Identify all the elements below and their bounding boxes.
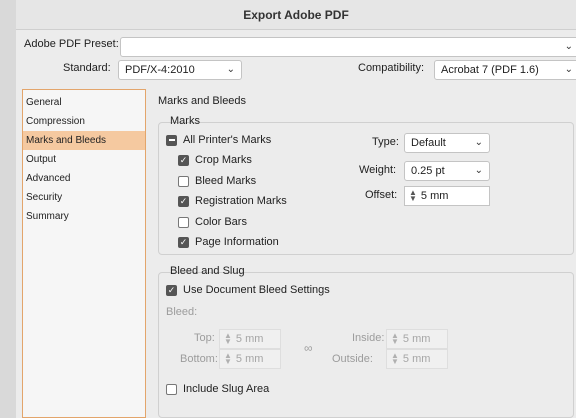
type-select[interactable]: Default ⌄ xyxy=(404,133,490,153)
marks-group-label: Marks xyxy=(170,115,200,127)
top-value: 5 mm xyxy=(235,333,264,345)
all-printers-marks-label: All Printer's Marks xyxy=(183,134,272,146)
offset-stepper[interactable]: ▲ ▼ 5 mm xyxy=(404,186,490,206)
checkmark-icon: ✓ xyxy=(166,284,177,296)
registration-marks-label: Registration Marks xyxy=(195,195,287,207)
dialog-title: Export Adobe PDF xyxy=(16,0,576,30)
category-sidebar: General Compression Marks and Bleeds Out… xyxy=(22,89,146,418)
include-slug-checkbox[interactable]: Include Slug Area xyxy=(166,383,269,395)
weight-value: 0.25 pt xyxy=(411,165,445,177)
sidebar-item-security[interactable]: Security xyxy=(23,188,145,207)
checkmark-icon: ✓ xyxy=(178,236,189,248)
standard-label: Standard: xyxy=(63,62,111,74)
sidebar-item-general[interactable]: General xyxy=(23,93,145,112)
chevron-down-icon: ⌄ xyxy=(474,137,483,148)
checkbox-empty-icon xyxy=(178,175,189,187)
sidebar-item-marks-and-bleeds[interactable]: Marks and Bleeds xyxy=(23,131,145,150)
bleed-slug-group-label: Bleed and Slug xyxy=(170,265,245,277)
chevron-down-icon: ⌄ xyxy=(564,64,573,75)
color-bars-label: Color Bars xyxy=(195,216,247,228)
type-value: Default xyxy=(411,137,446,149)
chain-link-icon[interactable]: ∞ xyxy=(304,341,313,355)
chevron-down-icon: ⌄ xyxy=(474,165,483,176)
registration-marks-checkbox[interactable]: ✓ Registration Marks xyxy=(178,195,287,207)
checkbox-mixed-icon xyxy=(166,134,177,146)
weight-label: Weight: xyxy=(359,164,397,176)
checkmark-icon: ✓ xyxy=(178,154,189,166)
inside-value: 5 mm xyxy=(402,333,431,345)
compatibility-row: Compatibility: xyxy=(358,62,424,74)
crop-marks-label: Crop Marks xyxy=(195,154,252,166)
crop-marks-checkbox[interactable]: ✓ Crop Marks xyxy=(178,154,252,166)
standard-select[interactable]: PDF/X-4:2010 ⌄ xyxy=(118,60,242,80)
weight-select[interactable]: 0.25 pt ⌄ xyxy=(404,161,490,181)
standard-row: Standard: xyxy=(63,62,111,74)
outside-value: 5 mm xyxy=(402,353,431,365)
page-information-checkbox[interactable]: ✓ Page Information xyxy=(178,236,279,248)
standard-value: PDF/X-4:2010 xyxy=(125,64,195,76)
bottom-stepper[interactable]: ▲ ▼ 5 mm xyxy=(219,349,281,369)
bottom-value: 5 mm xyxy=(235,353,264,365)
page-information-label: Page Information xyxy=(195,236,279,248)
offset-row: Offset: xyxy=(365,189,397,201)
stepper-icon: ▲ ▼ xyxy=(391,331,399,346)
type-row: Type: xyxy=(372,136,399,148)
sidebar-item-advanced[interactable]: Advanced xyxy=(23,169,145,188)
outside-label: Outside: xyxy=(332,353,373,365)
sidebar-item-summary[interactable]: Summary xyxy=(23,207,145,226)
export-pdf-dialog: Export Adobe PDF Adobe PDF Preset: ⌄ Sta… xyxy=(16,0,576,418)
checkmark-icon: ✓ xyxy=(178,195,189,207)
compatibility-value: Acrobat 7 (PDF 1.6) xyxy=(441,64,539,76)
weight-row: Weight: xyxy=(359,164,396,176)
bleed-marks-label: Bleed Marks xyxy=(195,175,257,187)
stepper-icon[interactable]: ▲ ▼ xyxy=(409,189,417,203)
offset-label: Offset: xyxy=(365,189,398,201)
marks-and-bleeds-panel: Marks and Bleeds Marks All Printer's Mar… xyxy=(156,89,576,418)
preset-row: Adobe PDF Preset: xyxy=(24,38,119,50)
chevron-down-icon: ⌄ xyxy=(564,41,573,52)
panel-title: Marks and Bleeds xyxy=(158,95,247,107)
use-document-bleed-label: Use Document Bleed Settings xyxy=(183,284,330,296)
type-label: Type: xyxy=(372,136,399,148)
sidebar-item-compression[interactable]: Compression xyxy=(23,112,145,131)
inside-label: Inside: xyxy=(352,332,385,344)
preset-select[interactable]: ⌄ xyxy=(120,37,576,57)
bleed-label: Bleed: xyxy=(166,306,198,318)
sidebar-item-output[interactable]: Output xyxy=(23,150,145,169)
bottom-label: Bottom: xyxy=(180,353,218,365)
stepper-icon: ▲ ▼ xyxy=(391,351,399,366)
bleed-marks-checkbox[interactable]: Bleed Marks xyxy=(178,175,256,187)
compatibility-select[interactable]: Acrobat 7 (PDF 1.6) ⌄ xyxy=(434,60,576,80)
all-printers-marks-checkbox[interactable]: All Printer's Marks xyxy=(166,134,271,146)
use-document-bleed-checkbox[interactable]: ✓ Use Document Bleed Settings xyxy=(166,284,330,296)
checkbox-empty-icon xyxy=(178,216,189,228)
offset-value: 5 mm xyxy=(420,190,449,202)
compatibility-label: Compatibility: xyxy=(358,62,425,74)
top-stepper[interactable]: ▲ ▼ 5 mm xyxy=(219,329,281,349)
stepper-icon: ▲ ▼ xyxy=(224,351,232,366)
stepper-icon: ▲ ▼ xyxy=(224,331,232,346)
inside-stepper[interactable]: ▲ ▼ 5 mm xyxy=(386,329,448,349)
checkbox-empty-icon xyxy=(166,383,177,395)
preset-label: Adobe PDF Preset: xyxy=(24,38,119,50)
outside-stepper[interactable]: ▲ ▼ 5 mm xyxy=(386,349,448,369)
color-bars-checkbox[interactable]: Color Bars xyxy=(178,216,247,228)
include-slug-label: Include Slug Area xyxy=(183,383,270,395)
top-label: Top: xyxy=(194,332,215,344)
chevron-down-icon: ⌄ xyxy=(226,64,235,75)
